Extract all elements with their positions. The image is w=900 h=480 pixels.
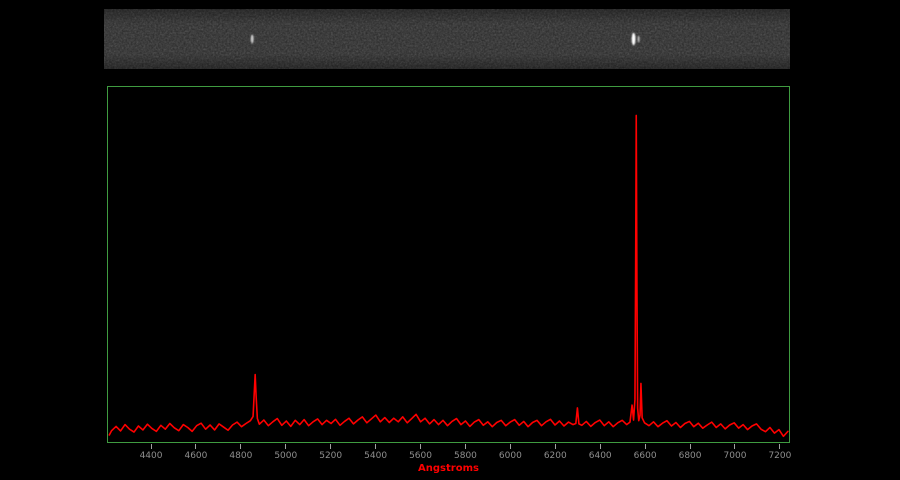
x-tick	[555, 444, 556, 449]
red-emission-knot-companion	[638, 36, 640, 43]
x-tick	[779, 444, 780, 449]
x-tick-label: 4600	[184, 451, 207, 461]
x-tick-label: 7200	[768, 451, 791, 461]
x-tick-label: 6400	[589, 451, 612, 461]
x-tick	[645, 444, 646, 449]
spectrum-plot-svg	[108, 87, 789, 442]
x-tick-label: 4800	[229, 451, 252, 461]
x-axis: Angstroms 4400 4600 4800 5000 5200 5400 5600 58…	[107, 444, 790, 478]
x-tick	[420, 444, 421, 449]
x-tick	[510, 444, 511, 449]
x-tick-label: 5800	[454, 451, 477, 461]
x-axis-title: Angstroms	[107, 463, 790, 474]
x-tick-label: 7000	[724, 451, 747, 461]
x-tick	[734, 444, 735, 449]
x-tick-label: 6800	[679, 451, 702, 461]
x-tick	[690, 444, 691, 449]
x-tick	[330, 444, 331, 449]
x-tick	[465, 444, 466, 449]
x-tick-label: 6000	[499, 451, 522, 461]
x-tick	[240, 444, 241, 449]
x-tick-label: 4400	[140, 451, 163, 461]
spectrum-line	[109, 115, 788, 436]
red-emission-knot	[632, 33, 636, 45]
x-tick-label: 6600	[634, 451, 657, 461]
spectrum-plot-frame	[107, 86, 790, 443]
x-tick	[600, 444, 601, 449]
x-tick-label: 5200	[319, 451, 342, 461]
x-tick-label: 6200	[544, 451, 567, 461]
spectrum-2d-strip	[104, 9, 790, 69]
x-tick	[195, 444, 196, 449]
x-tick	[151, 444, 152, 449]
x-tick-label: 5400	[364, 451, 387, 461]
blue-emission-knot	[251, 35, 254, 44]
x-tick-label: 5600	[409, 451, 432, 461]
x-tick	[285, 444, 286, 449]
x-tick	[375, 444, 376, 449]
x-tick-label: 5000	[274, 451, 297, 461]
spectrum-viewer-window: Angstroms 4400 4600 4800 5000 5200 5400 5600 58…	[0, 0, 900, 480]
